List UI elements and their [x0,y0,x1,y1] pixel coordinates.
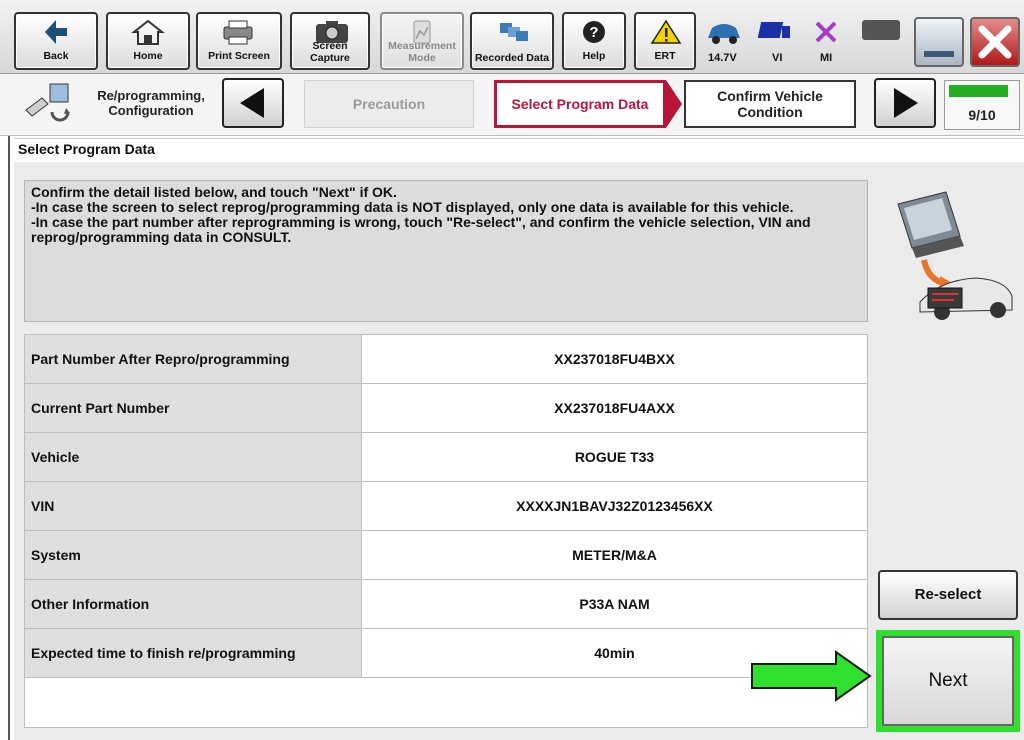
table-row: Vehicle ROGUE T33 [24,432,868,482]
next-button[interactable]: Next [882,636,1014,726]
active-step-pointer [666,80,682,128]
status-area: 14.7V VI MI [698,12,868,70]
recorded-data-button[interactable]: Recorded Data [470,12,554,70]
close-button[interactable] [970,17,1020,67]
ert-label: ERT [654,50,676,62]
row-value: ROGUE T33 [361,432,868,482]
help-icon: ? [583,21,605,43]
table-row: Part Number After Repro/programming XX237… [24,334,868,384]
instruction-message: Confirm the detail listed below, and tou… [24,180,868,322]
reselect-button[interactable]: Re-select [878,570,1018,620]
table-empty-area [24,678,868,728]
home-label: Home [133,50,163,62]
table-row: System METER/M&A [24,530,868,580]
row-label: VIN [24,481,362,531]
minimize-button[interactable] [914,17,964,67]
print-screen-button[interactable]: Print Screen [196,12,282,70]
step-precaution[interactable]: Precaution [304,80,474,128]
close-icon [978,25,1012,59]
voltage-readout: 14.7V [708,52,737,64]
battery-icon [862,20,900,40]
step-confirm-vehicle-condition[interactable]: Confirm Vehicle Condition [684,80,856,128]
next-step-button[interactable] [874,78,936,128]
page-title: Select Program Data [18,141,155,157]
main-panel: Confirm the detail listed below, and tou… [14,162,1024,740]
table-row: VIN XXXXJN1BAVJ32Z0123456XX [24,481,868,531]
program-data-table: Part Number After Repro/programming XX237… [24,334,868,678]
progress-text: 9/10 [968,107,996,123]
message-line: Confirm the detail listed below, and tou… [31,184,397,200]
ert-button[interactable]: ERT [634,12,696,70]
reprogramming-icon [25,83,70,122]
mi-disconnected-icon [815,21,837,43]
toolbar: Back Home Print Screen Screen Capture Me… [0,0,1024,74]
table-row: Current Part Number XX237018FU4AXX [24,383,868,433]
screen-capture-button[interactable]: Screen Capture [290,12,370,70]
page-title-bar: Select Program Data [14,138,1024,160]
back-label: Back [43,50,69,62]
row-label: Other Information [24,579,362,629]
mi-label: MI [820,52,833,64]
right-arrow-icon [894,88,918,118]
printer-icon [223,20,253,45]
recorded-data-icon [500,23,528,41]
window-left-edge [8,136,10,740]
progress-bar-fill [949,85,1009,97]
vi-icon [758,22,790,38]
green-arrow-icon [751,650,872,702]
row-value: XX237018FU4BXX [361,334,868,384]
back-arrow-icon [45,20,67,44]
message-line: -In case the part number after reprogram… [31,214,811,245]
recorded-data-label: Recorded Data [474,52,550,64]
table-row: Expected time to finish re/programming 40… [24,628,868,678]
row-label: Vehicle [24,432,362,482]
row-label: System [24,530,362,580]
home-icon [131,19,165,45]
warning-icon [650,19,682,44]
help-button[interactable]: ? Help [562,12,626,70]
row-label: Expected time to finish re/programming [24,628,362,678]
row-label: Current Part Number [24,383,362,433]
step-select-program-data[interactable]: Select Program Data [494,80,666,128]
minimize-icon [924,51,954,57]
left-arrow-icon [240,88,264,118]
prev-step-button[interactable] [222,78,284,128]
measurement-mode-label: Measurement Mode [388,40,456,64]
step-progress: 9/10 [944,80,1020,130]
next-highlight: Next [876,630,1020,732]
car-icon [708,24,740,44]
row-value: XX237018FU4AXX [361,383,868,433]
row-value: XXXXJN1BAVJ32Z0123456XX [361,481,868,531]
print-screen-label: Print Screen [208,50,270,62]
measurement-mode-button[interactable]: Measurement Mode [380,12,464,70]
consult-to-vehicle-illustration [897,191,1013,320]
vi-label: VI [772,52,783,64]
table-row: Other Information P33A NAM [24,579,868,629]
screen-capture-label: Screen Capture [310,40,350,64]
row-label: Part Number After Repro/programming [24,334,362,384]
consult-window: Back Home Print Screen Screen Capture Me… [0,0,1024,740]
svg-text:?: ? [589,24,598,41]
row-value: P33A NAM [361,579,868,629]
row-value: METER/M&A [361,530,868,580]
message-line: -In case the screen to select reprog/pro… [31,199,794,215]
help-label: Help [582,50,606,62]
back-button[interactable]: Back [14,12,98,70]
step-bar: Re/programming, Configuration Precaution… [0,74,1024,136]
home-button[interactable]: Home [106,12,190,70]
mode-label: Re/programming, Configuration [97,88,205,118]
